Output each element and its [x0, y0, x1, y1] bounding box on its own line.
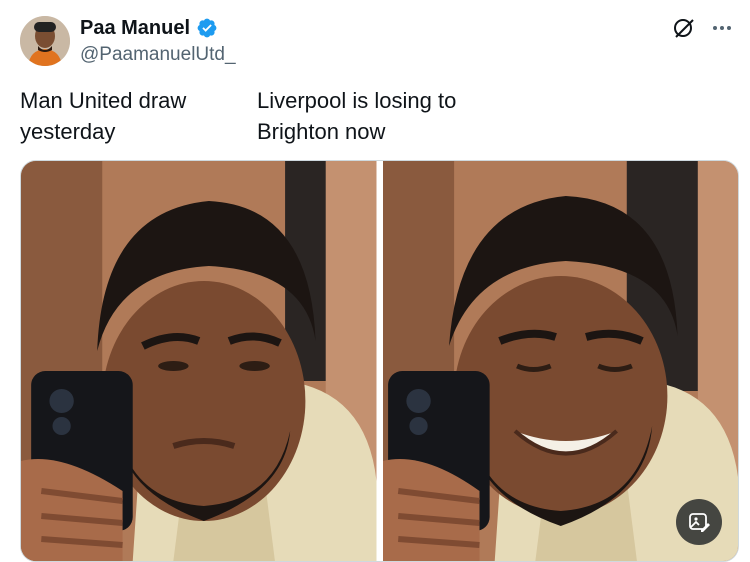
avatar[interactable]: [20, 16, 70, 66]
author-handle[interactable]: @PaamanuelUtd_: [80, 43, 236, 67]
tweet-actions-top: [672, 16, 734, 40]
author-name[interactable]: Paa Manuel: [80, 16, 190, 40]
caption-left: Man United draw yesterday: [20, 88, 187, 144]
grok-icon[interactable]: [672, 16, 696, 40]
meme-photo-approving: [382, 161, 738, 561]
author-name-row: Paa Manuel: [80, 16, 218, 40]
meme-photo-disapproving: [21, 161, 377, 561]
avatar-image: [20, 16, 70, 66]
more-icon[interactable]: [710, 16, 734, 40]
caption-right: Liverpool is losing to Brighton now: [257, 88, 457, 144]
meme-panel-right: [382, 161, 738, 561]
meme-panel-left: [21, 161, 377, 561]
media-image[interactable]: [20, 160, 739, 562]
verified-badge-icon: [196, 17, 218, 39]
edit-image-button[interactable]: [676, 499, 722, 545]
edit-image-icon: [689, 513, 710, 532]
